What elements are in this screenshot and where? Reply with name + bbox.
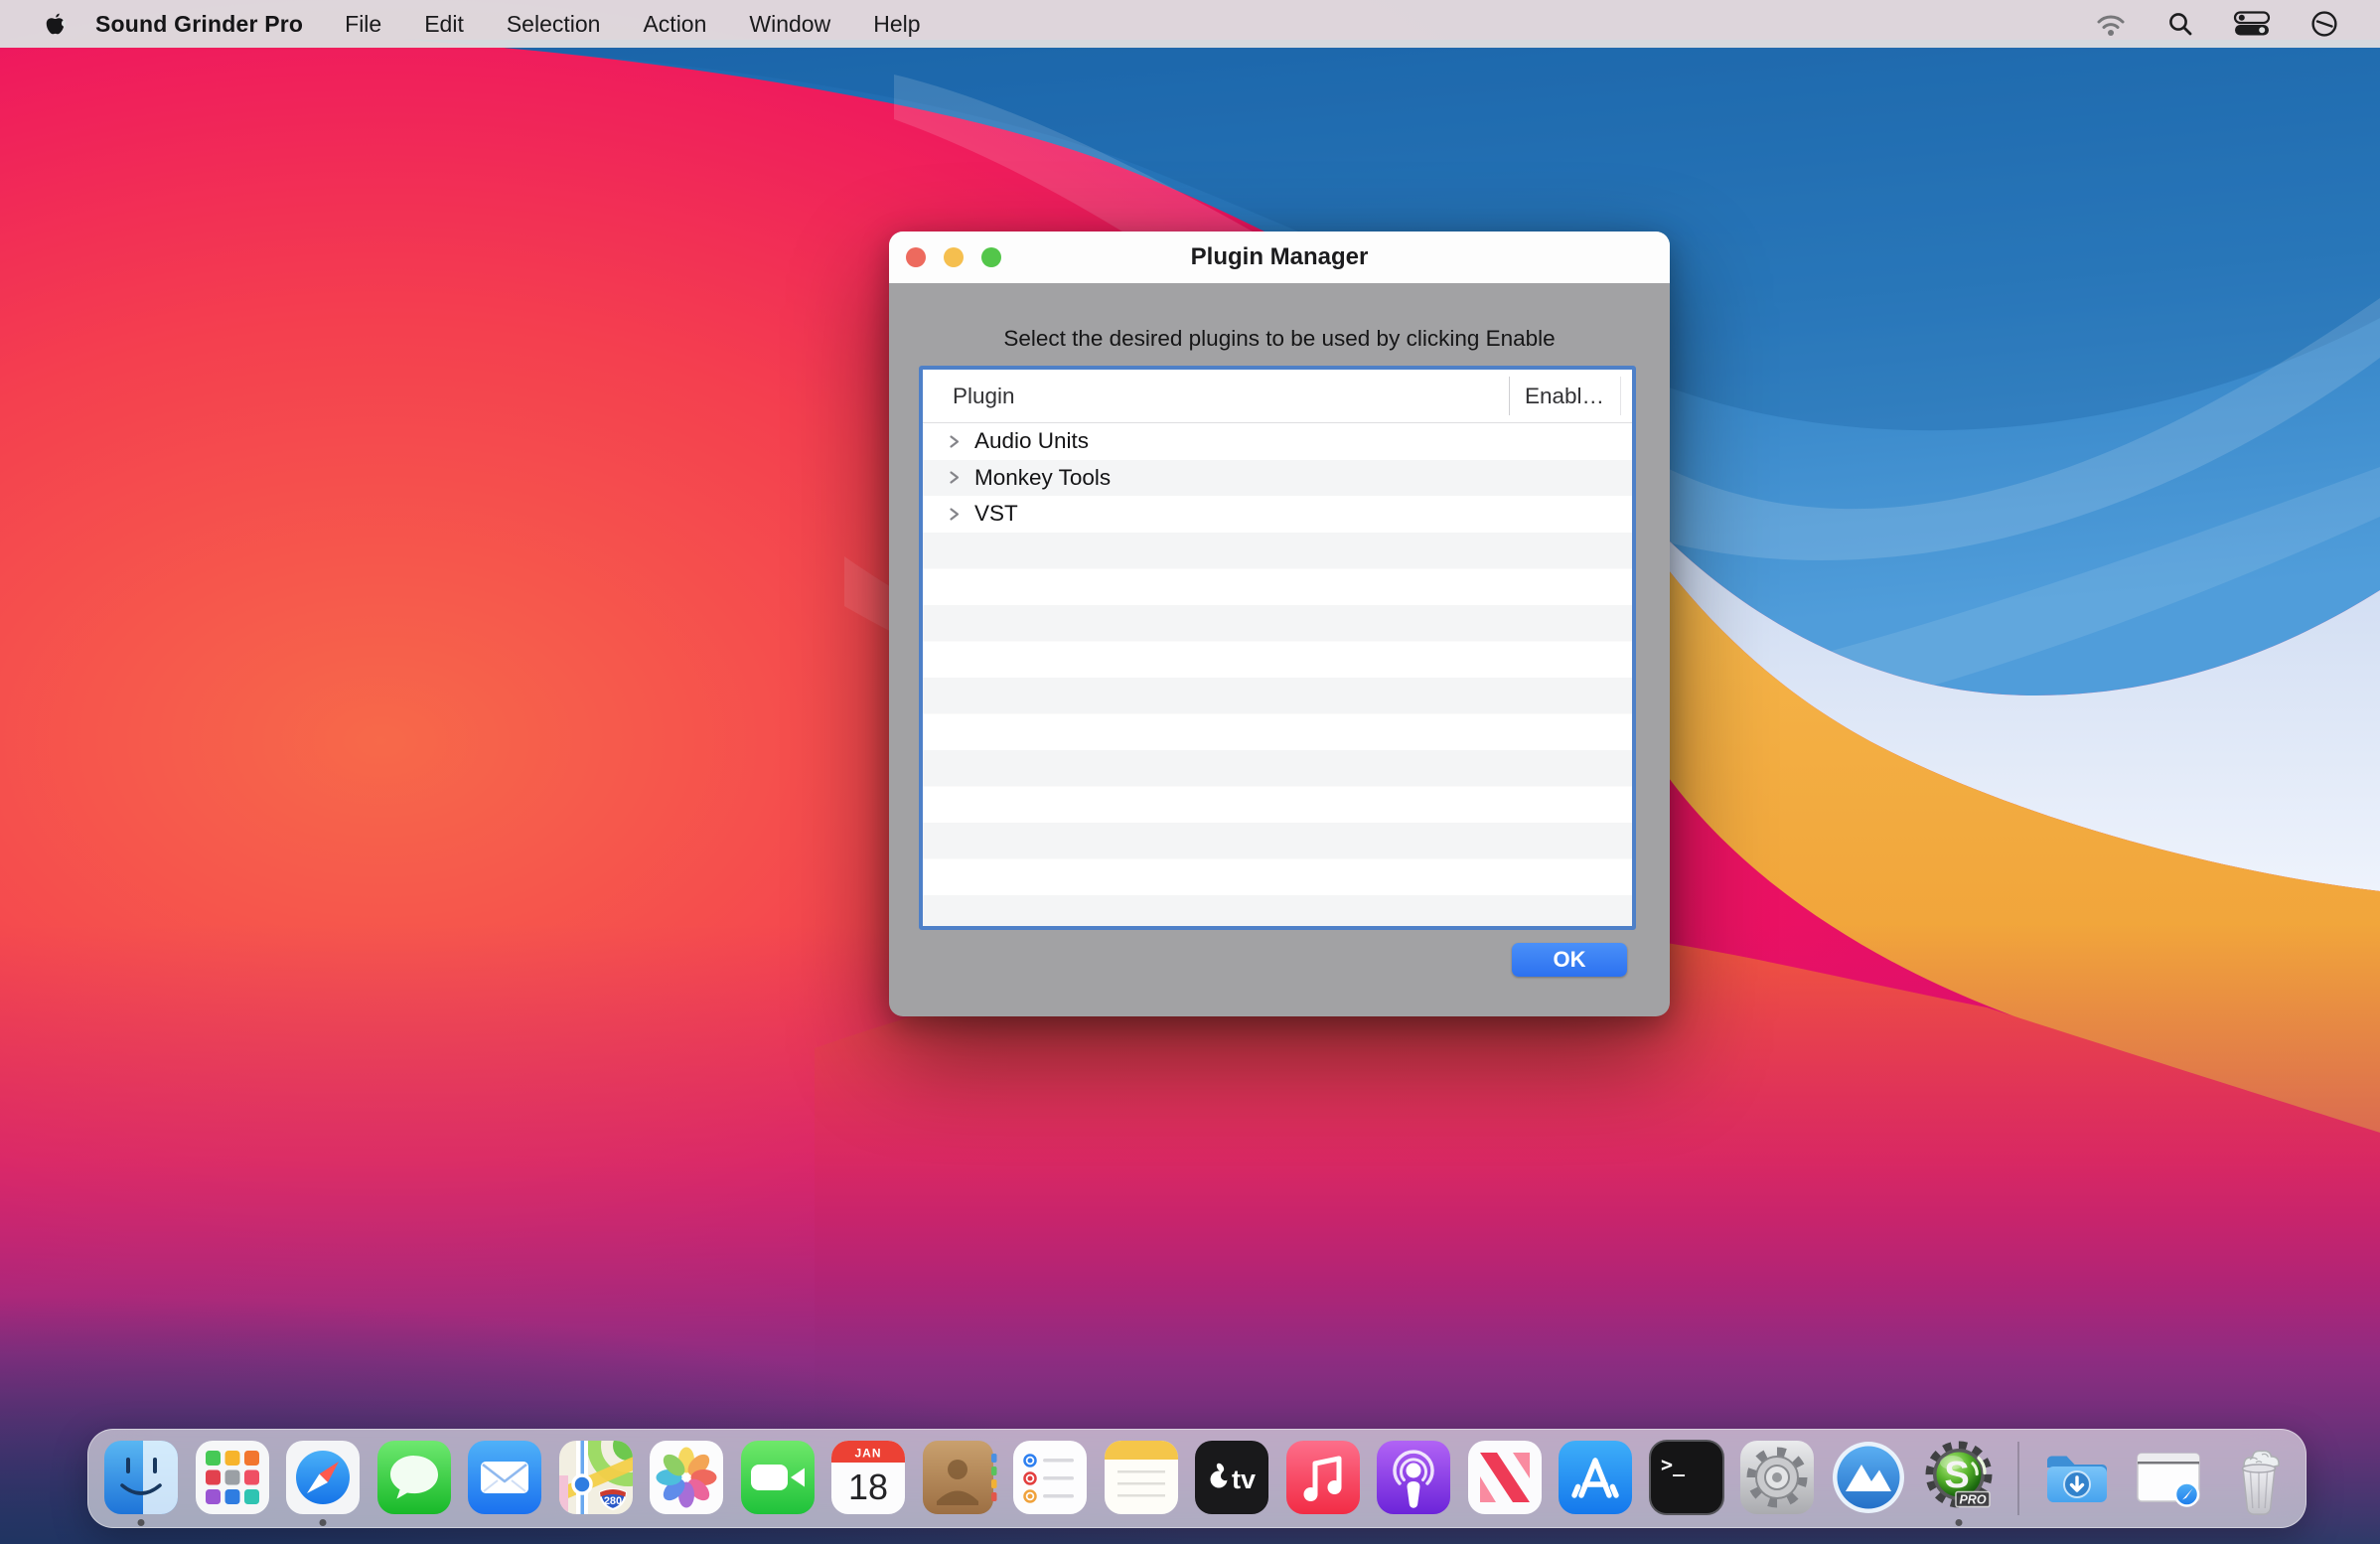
dock-launchpad-icon[interactable] (193, 1438, 272, 1517)
row-label: Audio Units (974, 428, 1089, 454)
table-header-row: Plugin Enabl… (923, 370, 1632, 423)
terminal-prompt-glyph: >_ (1661, 1453, 1686, 1476)
dock-minimized-window-icon[interactable] (2129, 1438, 2208, 1517)
calendar-day-label: 18 (848, 1467, 888, 1507)
column-header-plugin[interactable]: Plugin (953, 370, 1015, 423)
dock-photos-icon[interactable] (647, 1438, 726, 1517)
menubar-status-area (2094, 10, 2380, 38)
search-icon[interactable] (2167, 11, 2193, 37)
sound-grinder-pro-badge: PRO (1959, 1493, 1986, 1507)
dock-separator (2017, 1442, 2019, 1515)
dialog-instruction-text: Select the desired plugins to be used by… (889, 326, 1670, 352)
calendar-month-label: JAN (854, 1447, 881, 1461)
dock-podcasts-icon[interactable] (1374, 1438, 1453, 1517)
disclosure-chevron-icon[interactable] (947, 507, 962, 522)
apple-tv-label: tv (1232, 1465, 1256, 1494)
dock-apple-tv-icon[interactable]: tv (1192, 1438, 1271, 1517)
dock-notes-icon[interactable] (1102, 1438, 1181, 1517)
column-header-enabled[interactable]: Enabl… (1525, 370, 1604, 423)
dock-sound-grinder-pro-icon[interactable]: S PRO (1919, 1438, 1999, 1517)
control-center-icon[interactable] (2233, 11, 2271, 37)
plugin-manager-window: Plugin Manager Select the desired plugin… (889, 232, 1670, 1016)
disclosure-chevron-icon[interactable] (947, 434, 962, 449)
ok-button[interactable]: OK (1512, 943, 1627, 977)
plugin-table[interactable]: Plugin Enabl… Audio Units Monkey Tools V… (919, 366, 1636, 930)
apple-menu-icon[interactable] (44, 10, 68, 39)
dock-terminal-icon[interactable]: >_ (1647, 1438, 1726, 1517)
menu-action[interactable]: Action (643, 11, 706, 38)
dock-app-store-icon[interactable] (1556, 1438, 1635, 1517)
dock-maps-icon[interactable]: 280 (556, 1438, 636, 1517)
dock-trash-icon[interactable] (2219, 1438, 2299, 1517)
dock-mail-icon[interactable] (465, 1438, 544, 1517)
dock-safari-icon[interactable] (283, 1438, 363, 1517)
menu-edit[interactable]: Edit (424, 11, 464, 38)
menu-bar: Sound Grinder Pro File Edit Selection Ac… (0, 0, 2380, 48)
table-row-audio-units[interactable]: Audio Units (923, 423, 1632, 460)
svg-text:S: S (1944, 1455, 1969, 1496)
menubar-app-name[interactable]: Sound Grinder Pro (95, 11, 303, 38)
row-label: Monkey Tools (974, 465, 1111, 491)
dock-system-preferences-icon[interactable] (1737, 1438, 1817, 1517)
maps-badge-label: 280 (603, 1495, 621, 1507)
disclosure-chevron-icon[interactable] (947, 470, 962, 485)
dock-news-icon[interactable] (1465, 1438, 1545, 1517)
column-separator[interactable] (1509, 377, 1510, 415)
dock: 280 (87, 1429, 2306, 1528)
dock-mountain-app-icon[interactable] (1829, 1438, 1908, 1517)
dock-contacts-icon[interactable] (920, 1438, 999, 1517)
dock-reminders-icon[interactable] (1010, 1438, 1090, 1517)
column-separator-right (1620, 377, 1621, 415)
window-titlebar[interactable]: Plugin Manager (889, 232, 1670, 283)
wifi-icon[interactable] (2094, 11, 2128, 37)
dock-calendar-icon[interactable]: JAN 18 (828, 1438, 908, 1517)
menu-file[interactable]: File (345, 11, 381, 38)
table-row-monkey-tools[interactable]: Monkey Tools (923, 460, 1632, 497)
dock-music-icon[interactable] (1283, 1438, 1363, 1517)
dock-finder-icon[interactable] (101, 1438, 181, 1517)
row-label: VST (974, 501, 1018, 527)
table-empty-rows (923, 533, 1632, 926)
clock-icon[interactable] (2310, 10, 2338, 38)
dock-messages-icon[interactable] (374, 1438, 454, 1517)
window-title: Plugin Manager (889, 232, 1670, 283)
menu-window[interactable]: Window (749, 11, 830, 38)
dock-facetime-icon[interactable] (738, 1438, 818, 1517)
dock-downloads-folder-icon[interactable] (2037, 1438, 2117, 1517)
menu-help[interactable]: Help (873, 11, 920, 38)
table-row-vst[interactable]: VST (923, 496, 1632, 533)
menu-selection[interactable]: Selection (507, 11, 601, 38)
